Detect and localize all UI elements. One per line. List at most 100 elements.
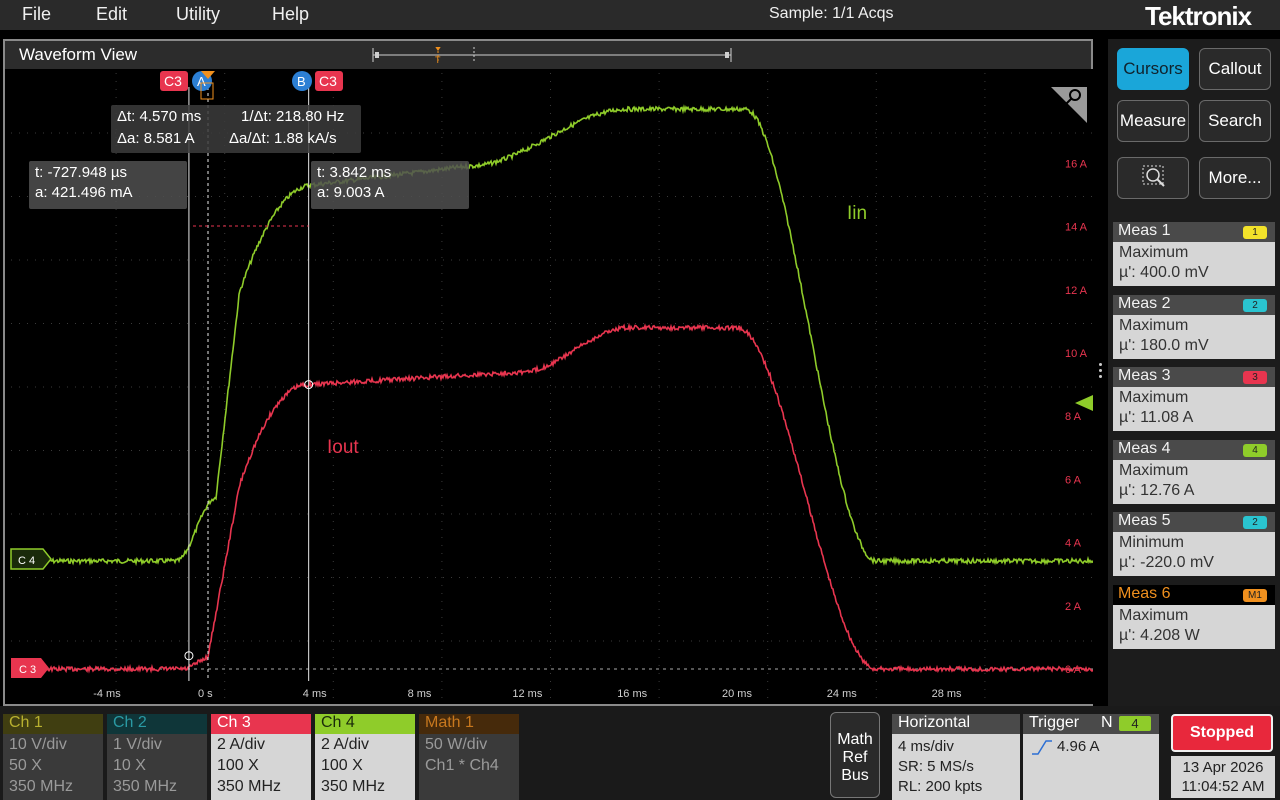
measurement-badge[interactable]: Meas 6 M1 Maximum µ': 4.208 W bbox=[1113, 584, 1275, 649]
trigger-header: Trigger N 4 bbox=[1023, 714, 1159, 734]
brand-logo: Tektronix bbox=[1145, 1, 1252, 31]
measurement-title: Meas 5 bbox=[1118, 512, 1171, 529]
measurement-source-badge: 3 bbox=[1243, 371, 1267, 384]
measure-button[interactable]: Measure bbox=[1117, 100, 1189, 142]
channel-badge[interactable]: Ch 4 2 A/div 100 X 350 MHz bbox=[315, 714, 415, 800]
record-view-bar[interactable]: T bbox=[371, 47, 733, 63]
measurement-title: Meas 1 bbox=[1118, 222, 1171, 239]
x-tick-label: 24 ms bbox=[827, 688, 857, 700]
right-control-panel: Cursors Callout Measure Search More... M… bbox=[1099, 39, 1280, 706]
measurement-source-badge: 2 bbox=[1243, 516, 1267, 529]
math-label: Math bbox=[837, 731, 873, 748]
x-tick-label: 16 ms bbox=[617, 688, 647, 700]
ch4-tag: C 4 bbox=[18, 555, 35, 567]
measurement-type: Maximum bbox=[1119, 316, 1189, 334]
measurement-title: Meas 4 bbox=[1118, 439, 1171, 457]
ref-label: Ref bbox=[842, 749, 868, 766]
x-tick-label: 12 ms bbox=[512, 688, 542, 700]
channel-badge[interactable]: Ch 2 1 V/div 10 X 350 MHz bbox=[107, 714, 207, 800]
x-tick-label: -4 ms bbox=[93, 688, 121, 700]
callout-button[interactable]: Callout bbox=[1199, 48, 1271, 90]
measurement-value: µ': -220.0 mV bbox=[1119, 554, 1214, 571]
trace-label-iin: Iin bbox=[847, 203, 867, 224]
measurement-type: Maximum bbox=[1119, 389, 1189, 406]
measurement-badge[interactable]: Meas 4 4 Maximum µ': 12.76 A bbox=[1113, 439, 1275, 504]
cursors-button[interactable]: Cursors bbox=[1117, 48, 1189, 90]
channel-name: Math 1 bbox=[425, 714, 474, 731]
measurement-header: Meas 5 2 bbox=[1113, 512, 1275, 532]
channel-bandwidth: 350 MHz bbox=[217, 778, 282, 795]
cursor-a-readout: t: -727.948 µs a: 421.496 mA bbox=[29, 161, 187, 209]
trigger-badge[interactable]: Trigger N 4 4.96 A bbox=[1023, 714, 1159, 800]
measurement-title: Meas 2 bbox=[1118, 294, 1171, 312]
trigger-title: Trigger bbox=[1029, 714, 1080, 731]
y-tick-label: 16 A bbox=[1065, 158, 1088, 170]
zoom-select-icon bbox=[1142, 165, 1165, 187]
panel-resize-handle[interactable] bbox=[1099, 363, 1103, 383]
menu-utility[interactable]: Utility bbox=[176, 4, 220, 25]
more-button[interactable]: More... bbox=[1199, 157, 1271, 199]
math-ref-bus-button[interactable]: Math Ref Bus bbox=[830, 712, 880, 798]
measurement-source-badge: 1 bbox=[1243, 226, 1267, 239]
acquisition-status: Sample: 1/1 Acqs bbox=[769, 5, 894, 22]
sample-rate: SR: 5 MS/s bbox=[898, 758, 974, 775]
channel-attenuation: Ch1 * Ch4 bbox=[425, 757, 499, 774]
y-tick-label: 2 A bbox=[1065, 601, 1082, 613]
record-length: RL: 200 kpts bbox=[898, 778, 983, 795]
channel-badge[interactable]: Ch 3 2 A/div 100 X 350 MHz bbox=[211, 714, 311, 800]
measurement-badge[interactable]: Meas 3 3 Maximum µ': 11.08 A bbox=[1113, 367, 1275, 431]
channel-attenuation: 100 X bbox=[217, 757, 259, 774]
y-tick-label: 4 A bbox=[1065, 538, 1082, 550]
menu-file[interactable]: File bbox=[22, 4, 51, 25]
waveform-view-title-bar: Waveform View T bbox=[5, 41, 1091, 69]
y-tick-label: 12 A bbox=[1065, 285, 1088, 297]
cursor-b-readout: t: 3.842 ms a: 9.003 A bbox=[311, 161, 469, 209]
channel-badge[interactable]: Ch 1 10 V/div 50 X 350 MHz bbox=[3, 714, 103, 800]
menu-edit[interactable]: Edit bbox=[96, 4, 127, 25]
channel-scale: 1 V/div bbox=[113, 736, 162, 753]
bus-label: Bus bbox=[841, 767, 869, 784]
measurement-type: Maximum bbox=[1119, 461, 1189, 479]
channel-attenuation: 50 X bbox=[9, 757, 42, 774]
run-stop-status[interactable]: Stopped bbox=[1171, 714, 1273, 752]
x-tick-label: 0 s bbox=[198, 688, 213, 700]
measurement-type: Minimum bbox=[1119, 534, 1184, 551]
channel-header: Ch 1 bbox=[3, 714, 103, 734]
measurement-source-badge: 2 bbox=[1243, 298, 1267, 312]
channel-bandwidth: 350 MHz bbox=[321, 778, 386, 795]
channel-header: Math 1 bbox=[419, 714, 519, 734]
measurement-value: µ': 12.76 A bbox=[1119, 481, 1195, 499]
horizontal-badge[interactable]: Horizontal 4 ms/div SR: 5 MS/s RL: 200 k… bbox=[892, 714, 1020, 800]
zoom-select-button[interactable] bbox=[1117, 157, 1189, 199]
menu-help[interactable]: Help bbox=[272, 4, 309, 25]
time: 11:04:52 AM bbox=[1181, 778, 1265, 795]
measurement-badge[interactable]: Meas 1 1 Maximum µ': 400.0 mV bbox=[1113, 222, 1275, 286]
measurement-value: µ': 180.0 mV bbox=[1119, 336, 1209, 354]
channel-badge[interactable]: Math 1 50 W/div Ch1 * Ch4 bbox=[419, 714, 519, 800]
channel-bandwidth: 350 MHz bbox=[113, 778, 178, 795]
y-tick-label: 14 A bbox=[1065, 222, 1088, 234]
menu-bar: File Edit Utility Help Sample: 1/1 Acqs … bbox=[0, 0, 1280, 31]
ch3-offset-marker[interactable]: C 3 bbox=[11, 658, 49, 678]
measurement-value: µ': 11.08 A bbox=[1119, 409, 1194, 426]
cursor-a-time: t: -727.948 µs bbox=[35, 164, 128, 181]
ch4-offset-marker[interactable]: C 4 bbox=[10, 548, 52, 570]
channel-header: Ch 2 bbox=[107, 714, 207, 734]
search-button[interactable]: Search bbox=[1199, 100, 1271, 142]
measurement-badge[interactable]: Meas 2 2 Maximum µ': 180.0 mV bbox=[1113, 294, 1275, 359]
x-tick-label: 8 ms bbox=[408, 688, 432, 700]
measurement-badge[interactable]: Meas 5 2 Minimum µ': -220.0 mV bbox=[1113, 512, 1275, 576]
y-tick-label: 10 A bbox=[1065, 348, 1088, 360]
trigger-level: 4.96 A bbox=[1057, 738, 1100, 755]
waveform-view-title: Waveform View bbox=[19, 45, 138, 64]
cursor-b-source-tag: C3 bbox=[319, 73, 337, 89]
horizontal-title: Horizontal bbox=[892, 714, 1020, 734]
inverse-delta-t: 1/Δt: 218.80 Hz bbox=[241, 108, 345, 125]
channel-scale: 2 A/div bbox=[217, 736, 266, 753]
channel-name: Ch 1 bbox=[9, 714, 43, 731]
waveform-view[interactable]: Waveform View T C3 A B C3 -4 ms 0 s4 ms 8 ms 1… bbox=[3, 39, 1093, 706]
cursor-b-time: t: 3.842 ms bbox=[317, 164, 392, 181]
horizontal-scale: 4 ms/div bbox=[898, 738, 954, 755]
settings-bar: Ch 1 10 V/div 50 X 350 MHz Ch 2 1 V/div 10 X 35… bbox=[0, 706, 1280, 800]
channel-name: Ch 2 bbox=[113, 714, 147, 731]
